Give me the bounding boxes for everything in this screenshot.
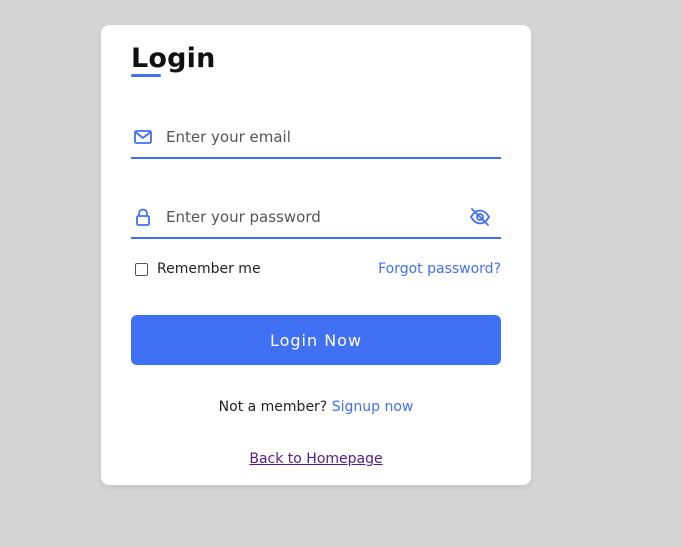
page-title: Login xyxy=(131,43,216,74)
eye-slash-icon[interactable] xyxy=(469,206,491,228)
back-row: Back to Homepage xyxy=(101,451,531,467)
signup-row: Not a member? Signup now xyxy=(101,399,531,415)
signup-prompt: Not a member? xyxy=(218,399,332,415)
email-field-wrapper xyxy=(131,117,501,159)
remember-label: Remember me xyxy=(157,261,261,277)
remember-me: Remember me xyxy=(135,261,261,277)
signup-link[interactable]: Signup now xyxy=(332,399,414,415)
login-button[interactable]: Login Now xyxy=(131,315,501,365)
email-input[interactable] xyxy=(166,123,456,151)
back-to-homepage-link[interactable]: Back to Homepage xyxy=(249,451,382,467)
login-card: Login Remember me Forgot password? Login… xyxy=(101,25,531,485)
lock-icon xyxy=(136,208,150,226)
password-input[interactable] xyxy=(166,203,456,231)
forgot-password-link[interactable]: Forgot password? xyxy=(378,261,501,277)
envelope-icon xyxy=(134,130,152,144)
remember-checkbox[interactable] xyxy=(135,262,148,276)
password-field-wrapper xyxy=(131,197,501,239)
title-underline xyxy=(131,74,161,77)
